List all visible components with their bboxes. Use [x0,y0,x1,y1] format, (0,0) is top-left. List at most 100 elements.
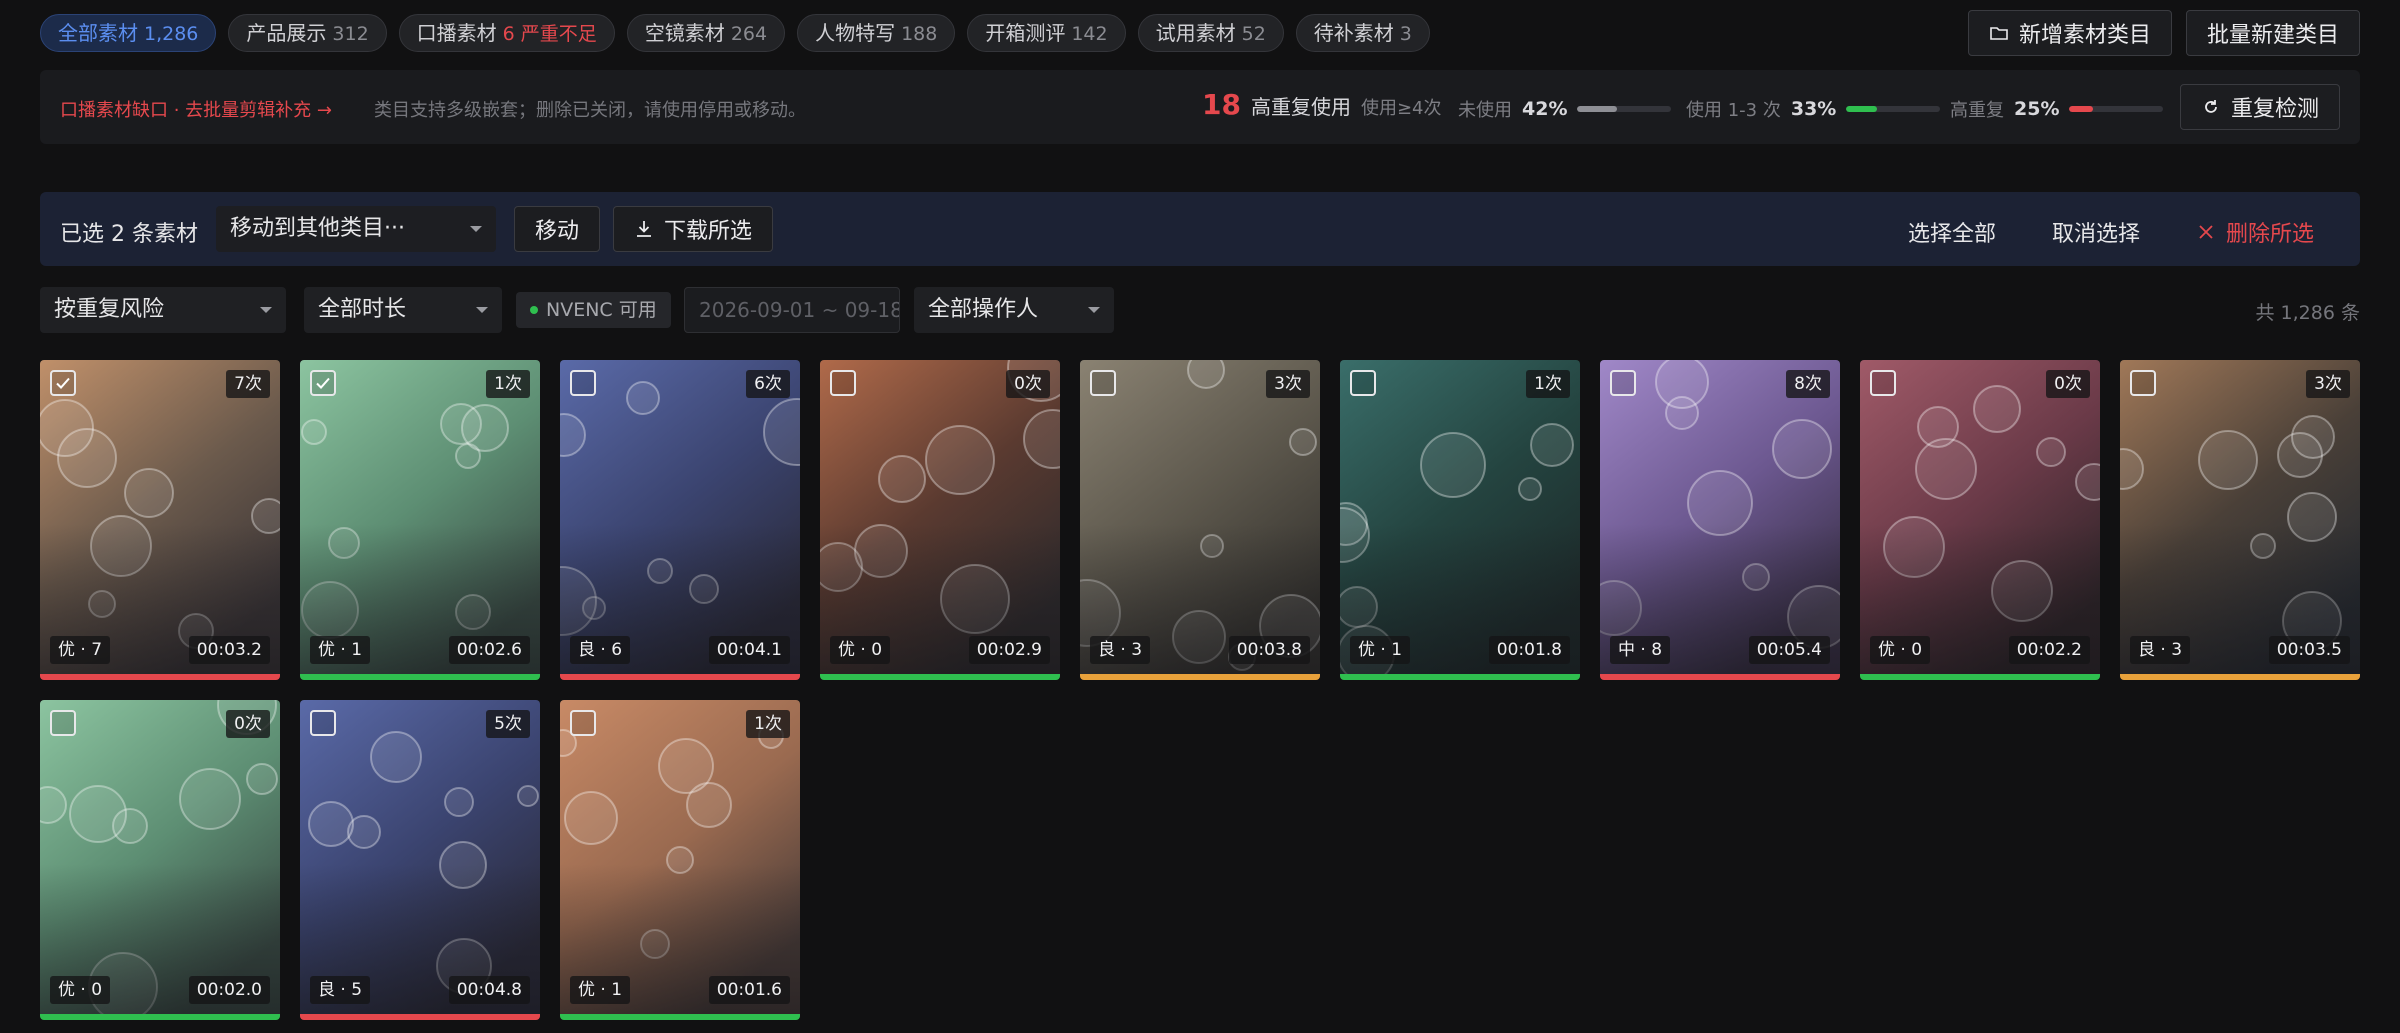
category-tab-label: 开箱测评 [985,21,1066,45]
asset-card[interactable]: 0次优 · 0 00:02.2 [1860,360,2100,680]
quality-badge: 良 · 3 [1090,636,1151,664]
category-tab-label: 产品展示 [246,21,327,45]
category-tab-label: 人物特写 [815,21,896,45]
repeat-risk-bar [820,674,1060,680]
repeat-risk-bar [560,1014,800,1020]
add-category-button[interactable]: 新增素材类目 [1967,10,2172,56]
duration-badge: 00:03.8 [1228,636,1310,664]
category-tab-count: 312 [332,23,369,45]
usage-meter-label: 高重复 [1950,100,2004,121]
quality-badge: 良 · 3 [2130,636,2191,664]
select-checkbox[interactable] [2130,370,2156,396]
asset-card[interactable]: 6次良 · 6 00:04.1 [560,360,800,680]
select-checkbox[interactable] [570,710,596,736]
download-icon [637,221,651,237]
asset-card[interactable]: 1次优 · 1 00:01.8 [1340,360,1580,680]
category-tab-label: 试用素材 [1155,21,1236,45]
asset-card[interactable]: 7次优 · 7 00:03.2 [40,360,280,680]
category-tab[interactable]: 口播素材 6 严重不足 [398,14,615,52]
operator-select[interactable]: 全部操作人 [914,287,1114,333]
category-tab[interactable]: 空镜素材 264 [626,14,786,52]
chevron-down-icon [260,307,272,313]
category-tab[interactable]: 开箱测评 142 [967,14,1126,52]
info-bar: 口播素材缺口 · 去批量剪辑补充 → 类目支持多级嵌套；删除已关闭，请使用停用或… [40,70,2360,144]
duration-select[interactable]: 全部时长 [304,287,502,333]
nvenc-label: NVENC 可用 [546,299,657,321]
category-tab-count: 264 [730,23,768,45]
selected-count: 已选 2 条素材 [60,222,198,247]
move-button[interactable]: 移动 [514,206,601,252]
category-tabs: 全部素材 1,286 产品展示 312 口播素材 6 严重不足 空镜素材 264 人物特写 188… [40,14,1430,52]
select-checkbox[interactable] [1870,370,1896,396]
use-count-badge: 0次 [226,710,270,738]
select-checkbox[interactable] [830,370,856,396]
sort-value: 按重复风险 [54,297,165,322]
repeat-risk-bar [300,674,540,680]
duration-badge: 00:04.8 [448,976,530,1004]
checkmark-icon [56,377,70,389]
quality-badge: 优 · 1 [570,976,631,1004]
asset-card[interactable]: 1次优 · 1 00:01.6 [560,700,800,1020]
asset-card[interactable]: 1次优 · 1 00:02.6 [300,360,540,680]
select-checkbox[interactable] [50,710,76,736]
asset-card[interactable]: 8次中 · 8 00:05.4 [1600,360,1840,680]
add-category-label: 新增素材类目 [2018,23,2151,48]
category-tab[interactable]: 待补素材 3 [1295,14,1430,52]
batch-create-label: 批量新建类目 [2206,23,2339,48]
select-checkbox[interactable] [1610,370,1636,396]
select-checkbox[interactable] [1350,370,1376,396]
select-checkbox[interactable] [310,710,336,736]
batch-create-button[interactable]: 批量新建类目 [2185,10,2360,56]
repeat-risk-bar [40,674,280,680]
category-tab[interactable]: 全部素材 1,286 [40,14,217,52]
cancel-selection-button[interactable]: 取消选择 [2052,216,2140,248]
quality-badge: 优 · 0 [50,976,111,1004]
select-checkbox[interactable] [50,370,76,396]
quality-badge: 优 · 7 [50,636,111,664]
date-range-input[interactable]: 2026-09-01 ~ 09-18 [684,287,900,333]
download-selected-button[interactable]: 下载所选 [613,206,774,252]
chevron-down-icon [476,307,488,313]
category-tab-count: 1,286 [144,23,199,45]
usage-meter-label: 使用 1-3 次 [1686,100,1781,121]
quality-badge: 良 · 6 [570,636,631,664]
asset-card[interactable]: 0次优 · 0 00:02.0 [40,700,280,1020]
duration-value: 全部时长 [318,297,407,322]
repeat-risk-bar [2120,674,2360,680]
category-tab[interactable]: 产品展示 312 [228,14,387,52]
recheck-button[interactable]: 重复检测 [2179,84,2340,130]
quality-badge: 优 · 0 [1870,636,1931,664]
operator-value: 全部操作人 [928,297,1039,322]
folder-icon [1990,27,2008,40]
duration-badge: 00:02.6 [448,636,530,664]
select-checkbox[interactable] [1090,370,1116,396]
usage-meter-percent: 25% [2014,98,2060,120]
sort-select[interactable]: 按重复风险 [40,287,286,333]
select-checkbox[interactable] [570,370,596,396]
repeat-risk-bar [1600,674,1840,680]
select-all-button[interactable]: 选择全部 [1908,216,1996,248]
duration-badge: 00:05.4 [1748,636,1830,664]
recheck-label: 重复检测 [2230,97,2319,122]
category-tab-count: 3 [1399,23,1412,45]
repeat-risk-bar [1860,674,2100,680]
download-label: 下载所选 [664,219,753,244]
asset-card[interactable]: 3次良 · 3 00:03.8 [1080,360,1320,680]
duration-badge: 00:03.2 [188,636,270,664]
usage-meter-track [1577,106,1672,112]
asset-card[interactable]: 0次优 · 0 00:02.9 [820,360,1060,680]
category-tab[interactable]: 人物特写 188 [797,14,956,52]
total-count: 共 1,286 条 [2255,302,2360,324]
category-tab[interactable]: 试用素材 52 [1137,14,1284,52]
select-checkbox[interactable] [310,370,336,396]
delete-selected-button[interactable]: 删除所选 [2198,216,2314,248]
high-repeat-sub: 使用≥4次 [1360,98,1442,119]
move-target-select[interactable]: 移动到其他类目··· [216,206,496,252]
asset-card[interactable]: 5次良 · 5 00:04.8 [300,700,540,1020]
shortage-warning-link[interactable]: 口播素材缺口 · 去批量剪辑补充 → [60,96,332,122]
use-count-badge: 0次 [1006,370,1050,398]
asset-card[interactable]: 3次良 · 3 00:03.5 [2120,360,2360,680]
category-tab-label: 口播素材 [416,21,497,45]
repeat-risk-bar [1340,674,1580,680]
use-count-badge: 8次 [1786,370,1830,398]
